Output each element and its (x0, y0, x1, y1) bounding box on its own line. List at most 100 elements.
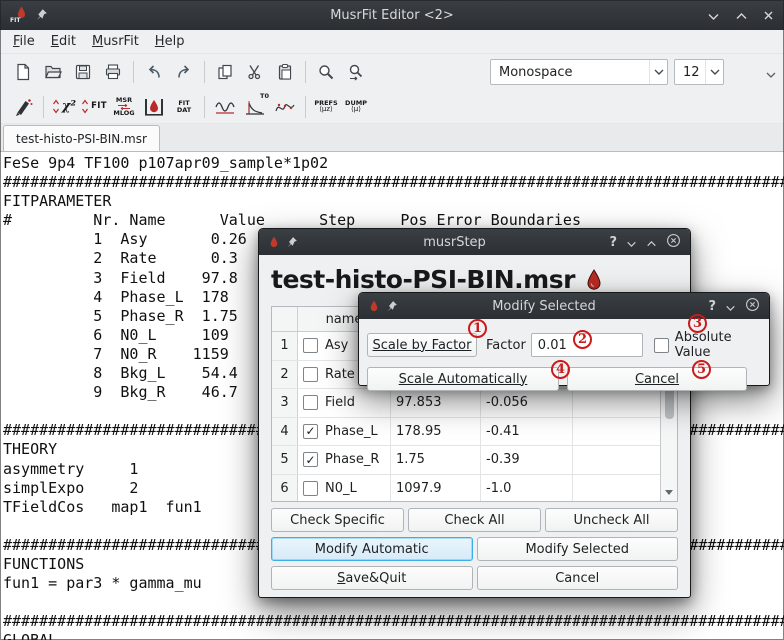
close-button[interactable] (666, 233, 681, 252)
table-row[interactable]: 3 Field 97.853 -0.056 (272, 389, 660, 418)
copy-button[interactable] (210, 57, 240, 87)
menu-musrfit[interactable]: MusrFit (84, 32, 147, 51)
row-checkbox[interactable]: ✓ (303, 424, 318, 439)
menubar: File Edit MusrFit Help (0, 30, 784, 54)
row-number: 2 (272, 361, 298, 389)
param-step: -0.41 (481, 418, 573, 446)
toolbar-overflow-icon[interactable] (766, 63, 776, 82)
musrfit-editor-window: { "window": { "title": "MusrFit Editor <… (0, 0, 784, 640)
scale-by-factor-button[interactable]: Scale by Factor (367, 333, 477, 357)
find-next-button[interactable] (341, 57, 371, 87)
musrfit-drop-icon (584, 269, 604, 291)
scale-automatically-button[interactable]: Scale Automatically (367, 367, 559, 391)
cancel-button[interactable]: Cancel (567, 367, 747, 391)
musrprefs-button[interactable]: PREFS ⟨µz⟩ (311, 92, 341, 122)
raw-data-plot-button[interactable] (270, 92, 300, 122)
save-file-button[interactable] (68, 57, 98, 87)
font-family-select[interactable]: Monospace (490, 59, 668, 85)
redo-button[interactable] (169, 57, 199, 87)
param-value: 97.853 (391, 389, 481, 417)
paste-icon (276, 63, 294, 81)
musrdump-button[interactable]: DUMP ⟨µ⟩ (341, 92, 371, 122)
modify-automatic-button[interactable]: Modify Automatic (271, 537, 473, 561)
fit-dat-button[interactable]: FIT DAT (169, 92, 199, 122)
app-icon-label: FIT (10, 17, 20, 24)
help-button[interactable]: ? (708, 299, 716, 314)
swap-msr-mlog-button[interactable]: MSR MLOG (109, 92, 139, 122)
tab-test-histo-psi-bin[interactable]: test-histo-PSI-BIN.msr (3, 125, 160, 151)
minimize-button[interactable] (725, 297, 736, 316)
chevron-down-icon[interactable] (649, 60, 667, 84)
musrt0-button[interactable]: T0 (240, 92, 270, 122)
check-specific-button[interactable]: Check Specific (271, 508, 404, 532)
editor-line: FITPARAMETER (3, 192, 784, 211)
find-button[interactable] (311, 57, 341, 87)
param-value: 1.75 (391, 446, 481, 474)
factor-label: Factor (486, 338, 526, 353)
calc-chisq-button[interactable]: χ² (49, 92, 79, 122)
editor-line: GLOBAL (3, 631, 784, 640)
save-quit-button[interactable]: Save&Quit (271, 566, 473, 590)
chevron-down-icon[interactable] (705, 60, 723, 84)
print-button[interactable] (98, 57, 128, 87)
table-row[interactable]: 6 N0_L 1097.9 -1.0 (272, 475, 660, 503)
pin-icon[interactable] (286, 233, 298, 252)
paste-button[interactable] (270, 57, 300, 87)
musr-wiz-button[interactable] (8, 92, 38, 122)
modify-selected-button[interactable]: Modify Selected (477, 537, 679, 561)
annotation-2: 2 (573, 330, 592, 349)
menu-edit[interactable]: Edit (43, 32, 84, 51)
close-button[interactable] (745, 297, 760, 316)
param-name: Phase_R (325, 452, 379, 467)
checkmark: ✓ (305, 425, 315, 437)
new-file-icon (14, 63, 32, 81)
scroll-down-icon[interactable] (665, 490, 673, 495)
menu-help[interactable]: Help (147, 32, 193, 51)
check-all-button[interactable]: Check All (408, 508, 541, 532)
row-number: 6 (272, 475, 298, 503)
dialog-titlebar[interactable]: musrStep ? (259, 229, 690, 255)
maximize-button[interactable] (735, 6, 748, 25)
row-checkbox[interactable] (303, 395, 318, 410)
maximize-button[interactable] (646, 233, 657, 252)
tab-label: test-histo-PSI-BIN.msr (16, 132, 147, 146)
minimize-button[interactable] (626, 233, 637, 252)
pin-icon[interactable] (386, 297, 398, 316)
close-button[interactable] (763, 6, 774, 25)
menu-file[interactable]: File (5, 32, 43, 51)
cut-button[interactable] (240, 57, 270, 87)
musrstep-dialog: musrStep ? test-histo-PSI-BIN.msr name 1… (258, 228, 691, 598)
row-checkbox[interactable] (303, 338, 318, 353)
table-row[interactable]: 5 ✓Phase_R 1.75 -0.39 (272, 446, 660, 475)
undo-button[interactable] (139, 57, 169, 87)
run-fit-button[interactable]: FIT (79, 92, 109, 122)
pin-icon[interactable] (35, 6, 48, 25)
uncheck-all-button[interactable]: Uncheck All (545, 508, 678, 532)
help-button[interactable]: ? (609, 235, 617, 250)
new-file-button[interactable] (8, 57, 38, 87)
minimize-button[interactable] (707, 6, 720, 25)
open-file-button[interactable] (38, 57, 68, 87)
t0-plot-icon (244, 97, 266, 117)
absolute-value-checkbox[interactable] (654, 338, 669, 353)
font-size-select[interactable]: 12 (674, 59, 724, 85)
row-checkbox[interactable] (303, 481, 318, 496)
window-titlebar[interactable]: FIT MusrFit Editor <2> (0, 0, 784, 30)
raw-data-plot-icon (274, 97, 296, 117)
print-icon (104, 63, 122, 81)
musrview-button[interactable] (139, 92, 169, 122)
musrft-button[interactable] (210, 92, 240, 122)
copy-icon (216, 63, 234, 81)
row-checkbox[interactable] (303, 367, 318, 382)
row-checkbox[interactable]: ✓ (303, 452, 318, 467)
dialog-titlebar[interactable]: Modify Selected ? (359, 293, 769, 319)
annotation-4: 4 (551, 360, 570, 379)
chisq-label: χ² (62, 99, 76, 114)
table-row[interactable]: 4 ✓Phase_L 178.95 -0.41 (272, 418, 660, 447)
wave-plot-icon (214, 97, 236, 117)
cancel-button[interactable]: Cancel (477, 566, 679, 590)
param-step: -0.39 (481, 446, 573, 474)
tabbar: test-histo-PSI-BIN.msr (0, 124, 784, 151)
absolute-value-label[interactable]: Absolute Value (675, 330, 761, 360)
open-folder-icon (44, 63, 62, 81)
